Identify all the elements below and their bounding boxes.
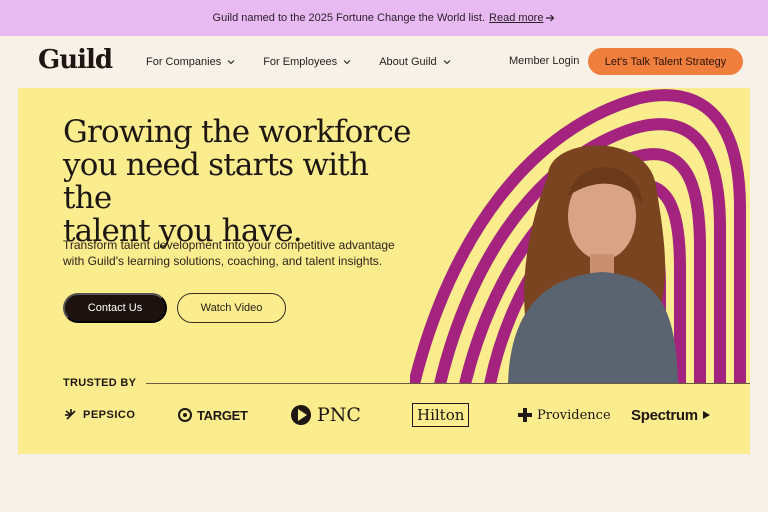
- contact-us-button[interactable]: Contact Us: [63, 293, 167, 323]
- providence-logo: Providence: [518, 398, 611, 432]
- hero-subtext: Transform talent development into your c…: [63, 237, 413, 269]
- announcement-banner: Guild named to the 2025 Fortune Change t…: [0, 0, 768, 36]
- spectrum-arrow-icon: [702, 411, 710, 419]
- trusted-by-label: TRUSTED BY: [63, 377, 137, 389]
- target-wordmark: TARGET: [197, 407, 248, 423]
- spectrum-wordmark: Spectrum: [631, 406, 698, 424]
- woman-portrait-image: [508, 145, 678, 384]
- nav-item-label: For Employees: [263, 56, 338, 68]
- pepsico-wordmark: PEPSICO: [83, 409, 136, 421]
- target-logo: TARGET: [178, 398, 248, 432]
- pepsico-leaf-icon: [65, 409, 76, 420]
- nav-item-for-companies[interactable]: For Companies: [146, 56, 235, 68]
- nav-menu: For Companies For Employees About Guild: [146, 36, 479, 88]
- providence-wordmark: Providence: [537, 407, 611, 423]
- headline-line: Growing the workforce: [63, 114, 411, 150]
- hero-headline: Growing the workforce you need starts wi…: [63, 116, 423, 248]
- chevron-down-icon: [343, 60, 351, 65]
- banner-text: Guild named to the 2025 Fortune Change t…: [212, 12, 486, 24]
- subtext-line: Transform talent development into your c…: [63, 238, 395, 252]
- target-bullseye-icon: [178, 408, 192, 422]
- nav-item-for-employees[interactable]: For Employees: [263, 56, 351, 68]
- pepsico-logo: PEPSICO: [64, 398, 135, 432]
- nav-item-label: For Companies: [146, 56, 222, 68]
- arrow-right-icon: [546, 14, 555, 22]
- read-more-label: Read more: [489, 12, 544, 24]
- talent-strategy-button[interactable]: Let's Talk Talent Strategy: [588, 48, 743, 75]
- guild-logo[interactable]: Guild: [38, 45, 113, 75]
- hero-section: Growing the workforce you need starts wi…: [18, 88, 750, 454]
- watch-video-button[interactable]: Watch Video: [177, 293, 286, 323]
- main-nav: Guild For Companies For Employees About …: [0, 36, 768, 88]
- chevron-down-icon: [227, 60, 235, 65]
- pnc-logo: PNC: [290, 398, 361, 432]
- pnc-wordmark: PNC: [317, 404, 361, 426]
- hilton-logo: Hilton: [412, 398, 470, 432]
- nav-item-about-guild[interactable]: About Guild: [379, 56, 451, 68]
- providence-cross-icon: [518, 408, 532, 422]
- chevron-down-icon: [443, 60, 451, 65]
- spectrum-logo: Spectrum: [631, 398, 710, 432]
- subtext-line: with Guild's learning solutions, coachin…: [63, 254, 383, 268]
- trusted-divider: [146, 383, 750, 384]
- nav-item-label: About Guild: [379, 56, 437, 68]
- read-more-link[interactable]: Read more: [489, 12, 555, 24]
- member-login-link[interactable]: Member Login: [509, 55, 579, 67]
- pnc-triangle-icon: [291, 405, 311, 425]
- headline-line: you need starts with the: [63, 147, 369, 216]
- hilton-wordmark: Hilton: [412, 403, 470, 427]
- trusted-logos: PEPSICO TARGET PNC Hilton Providence Spe…: [18, 398, 750, 438]
